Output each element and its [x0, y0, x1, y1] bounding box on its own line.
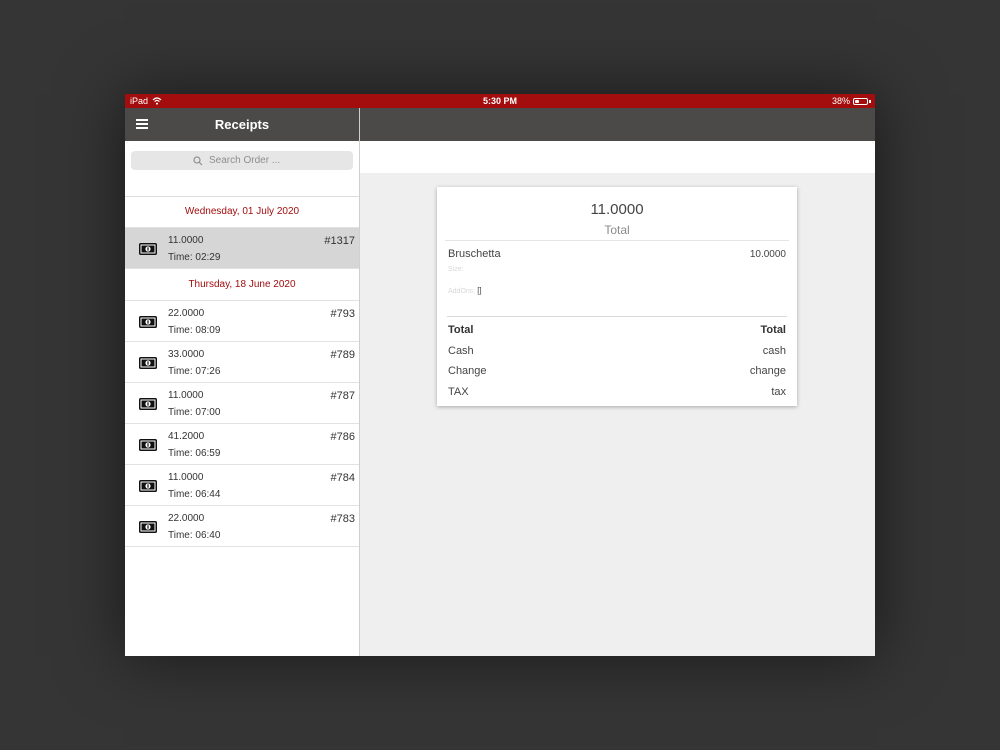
detail-toolbar	[360, 141, 875, 173]
summary-cash-value: cash	[762, 345, 786, 357]
status-time: 5:30 PM	[482, 96, 517, 106]
receipt-row[interactable]: 11.0000 Time: 02:29 #1317	[125, 228, 359, 269]
money-bill-icon	[139, 315, 157, 328]
receipt-time: Time: 07:26	[168, 366, 221, 377]
money-bill-icon	[139, 479, 157, 492]
receipt-row[interactable]: 41.2000 Time: 06:59 #786	[125, 424, 359, 465]
summary-change-label: Change	[448, 365, 487, 377]
search-icon	[193, 155, 203, 165]
receipt-amount: 41.2000	[168, 431, 205, 442]
page-title: Receipts	[214, 117, 270, 132]
receipt-number: #786	[330, 431, 355, 443]
divider	[445, 240, 789, 241]
item-addons: AddOns: []	[448, 286, 482, 295]
search-input[interactable]	[207, 154, 291, 167]
item-size-label: Size:	[448, 266, 464, 273]
receipts-sidebar: Receipts Wednesday, 01 July 2020 11.0000 T…	[125, 108, 360, 656]
battery-tip	[869, 99, 871, 103]
item-addons-label: AddOns:	[448, 288, 476, 295]
detail-nav-bar	[360, 108, 875, 141]
receipt-number: #789	[330, 349, 355, 361]
receipt-number: #783	[330, 513, 355, 525]
receipt-time: Time: 08:09	[168, 325, 221, 336]
receipt-number: #784	[330, 472, 355, 484]
date-header: Wednesday, 01 July 2020	[125, 196, 359, 228]
sidebar-nav-bar: Receipts	[125, 108, 359, 141]
receipt-detail-pane: 11.0000 Total Bruschetta 10.0000 Size: A…	[360, 108, 875, 656]
summary-tax-label: TAX	[448, 386, 469, 398]
battery-icon	[853, 97, 868, 105]
receipt-amount: 33.0000	[168, 349, 205, 360]
receipt-row[interactable]: 22.0000 Time: 08:09 #793	[125, 301, 359, 342]
receipt-time: Time: 02:29	[168, 252, 221, 263]
receipt-amount: 22.0000	[168, 513, 205, 524]
summary-total-value: Total	[760, 324, 786, 336]
status-bar: iPad 5:30 PM 38%	[125, 94, 875, 108]
receipt-row[interactable]: 11.0000 Time: 06:44 #784	[125, 465, 359, 506]
date-header: Thursday, 18 June 2020	[125, 269, 359, 301]
item-name: Bruschetta	[448, 248, 501, 260]
money-bill-icon	[139, 438, 157, 451]
receipt-number: #793	[330, 308, 355, 320]
ipad-screen: iPad 5:30 PM 38% Receipts Search Order .…	[125, 94, 875, 656]
receipt-time: Time: 06:44	[168, 489, 221, 500]
money-bill-icon	[139, 242, 157, 255]
receipt-row[interactable]: 22.0000 Time: 06:40 #783	[125, 506, 359, 547]
divider	[447, 316, 787, 317]
receipt-total-label: Total	[604, 223, 630, 237]
receipt-card: 11.0000 Total Bruschetta 10.0000 Size: A…	[437, 187, 797, 406]
summary-change-value: change	[749, 365, 786, 377]
search-bar	[125, 141, 359, 197]
item-price: 10.0000	[749, 249, 786, 260]
summary-tax-row: TAX tax	[448, 386, 786, 402]
receipt-number: #1317	[324, 235, 355, 247]
search-field[interactable]	[131, 151, 353, 170]
receipt-number: #787	[330, 390, 355, 402]
receipt-amount: 11.0000	[168, 390, 204, 401]
receipt-row[interactable]: 11.0000 Time: 07:00 #787	[125, 383, 359, 424]
receipt-amount: 11.0000	[168, 235, 204, 246]
summary-total-label: Total	[448, 324, 474, 336]
receipt-list: Wednesday, 01 July 2020 11.0000 Time: 02:2…	[125, 196, 359, 547]
receipt-amount: 22.0000	[168, 308, 205, 319]
receipt-total-amount: 11.0000	[590, 201, 644, 218]
battery-percent: 38%	[831, 96, 850, 106]
summary-tax-value: tax	[771, 386, 786, 398]
summary-cash-row: Cash cash	[448, 345, 786, 361]
money-bill-icon	[139, 356, 157, 369]
summary-cash-label: Cash	[448, 345, 474, 357]
receipt-time: Time: 07:00	[168, 407, 221, 418]
money-bill-icon	[139, 520, 157, 533]
item-addons-value: []	[477, 286, 482, 295]
receipt-time: Time: 06:59	[168, 448, 221, 459]
money-bill-icon	[139, 397, 157, 410]
receipt-amount: 11.0000	[168, 472, 204, 483]
summary-change-row: Change change	[448, 365, 786, 381]
receipt-time: Time: 06:40	[168, 530, 221, 541]
receipt-row[interactable]: 33.0000 Time: 07:26 #789	[125, 342, 359, 383]
summary-total-row: Total Total	[448, 324, 786, 340]
